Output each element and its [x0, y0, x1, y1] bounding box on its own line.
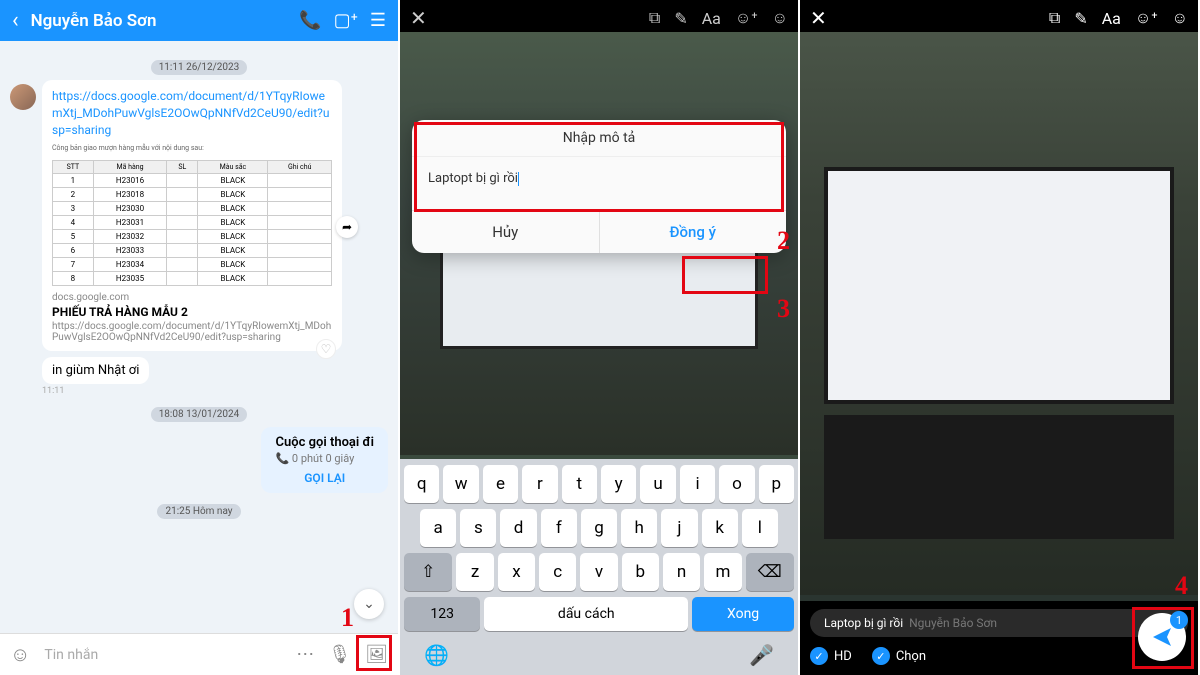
- kb-key[interactable]: b: [622, 553, 659, 591]
- highlight-box: [414, 122, 784, 212]
- preview-desc: https://docs.google.com/document/d/1YTqy…: [52, 321, 332, 343]
- hd-toggle[interactable]: ✓ HD: [810, 647, 852, 665]
- message-row: in giùm Nhật ơi 11:11: [10, 357, 388, 396]
- kb-key[interactable]: c: [539, 553, 576, 591]
- draw-icon[interactable]: ✎: [674, 9, 687, 28]
- preview-title: PHIẾU TRẢ HÀNG MẪU 2: [52, 305, 332, 319]
- kb-mic-icon[interactable]: 🎤: [749, 643, 774, 667]
- kb-123[interactable]: 123: [404, 597, 480, 631]
- call-back-button[interactable]: GỌI LẠI: [275, 467, 374, 485]
- kb-key[interactable]: r: [522, 465, 557, 503]
- chat-body[interactable]: 11:11 26/12/2023 https://docs.google.com…: [0, 41, 398, 633]
- video-icon[interactable]: ▢⁺: [334, 10, 358, 31]
- close-icon[interactable]: ✕: [410, 6, 427, 30]
- crop-icon[interactable]: ⧉: [649, 8, 660, 28]
- forward-icon[interactable]: ➦: [336, 216, 358, 238]
- kb-space[interactable]: dấu cách: [484, 597, 688, 631]
- back-icon[interactable]: ‹: [12, 8, 19, 33]
- kb-key[interactable]: l: [742, 509, 778, 547]
- kb-done[interactable]: Xong: [692, 597, 794, 631]
- scroll-down-button[interactable]: ⌄: [354, 589, 384, 619]
- kb-key[interactable]: d: [500, 509, 536, 547]
- emoji-icon[interactable]: ☺: [772, 8, 788, 28]
- kb-key[interactable]: m: [704, 553, 741, 591]
- message-input[interactable]: [44, 647, 282, 663]
- kb-key[interactable]: o: [719, 465, 754, 503]
- mic-icon[interactable]: 🎙: [328, 644, 351, 665]
- kb-key[interactable]: k: [702, 509, 738, 547]
- kb-key[interactable]: n: [663, 553, 700, 591]
- editor-toolbar: ✕ ⧉ ✎ Aa ☺⁺ ☺: [400, 0, 798, 36]
- step-label: 4: [1175, 571, 1188, 601]
- kb-key[interactable]: w: [443, 465, 478, 503]
- text-icon[interactable]: Aa: [702, 9, 721, 28]
- preview-domain: docs.google.com: [52, 292, 332, 303]
- react-icon[interactable]: ♡: [316, 339, 336, 359]
- kb-key[interactable]: f: [541, 509, 577, 547]
- kb-key[interactable]: e: [483, 465, 518, 503]
- message-bubble[interactable]: https://docs.google.com/document/d/1YTqy…: [42, 80, 342, 351]
- kb-delete[interactable]: ⌫: [746, 553, 794, 591]
- avatar[interactable]: [10, 84, 36, 110]
- editor-toolbar: ✕ ⧉ ✎ Aa ☺⁺ ☺: [800, 0, 1198, 36]
- timestamp-pill: 18:08 13/01/2024: [10, 402, 388, 421]
- kb-key[interactable]: t: [562, 465, 597, 503]
- kb-key[interactable]: j: [661, 509, 697, 547]
- highlight-box: [1132, 607, 1194, 669]
- chat-panel: ‹ Nguyễn Bảo Sơn 📞 ▢⁺ ☰ 11:11 26/12/2023…: [0, 0, 400, 675]
- draw-icon[interactable]: ✎: [1074, 9, 1087, 28]
- sticker-icon[interactable]: ☺⁺: [735, 8, 758, 28]
- kb-key[interactable]: v: [580, 553, 617, 591]
- kb-shift[interactable]: ⇧: [404, 553, 452, 591]
- kb-key[interactable]: z: [456, 553, 493, 591]
- call-icon[interactable]: 📞: [299, 10, 321, 31]
- menu-icon[interactable]: ☰: [370, 10, 386, 31]
- kb-key[interactable]: a: [420, 509, 456, 547]
- check-icon: ✓: [872, 647, 890, 665]
- kb-key[interactable]: q: [404, 465, 439, 503]
- kb-key[interactable]: p: [759, 465, 794, 503]
- kb-key[interactable]: s: [460, 509, 496, 547]
- timestamp-pill: 11:11 26/12/2023: [10, 55, 388, 74]
- emoji-icon[interactable]: ☺: [1172, 8, 1188, 28]
- close-icon[interactable]: ✕: [810, 6, 827, 30]
- kb-key[interactable]: u: [640, 465, 675, 503]
- highlight-box: [356, 635, 392, 671]
- call-card[interactable]: Cuộc gọi thoại đi 📞 0 phút 0 giây GỌI LẠ…: [261, 427, 388, 493]
- step-label: 3: [777, 294, 790, 324]
- chat-header: ‹ Nguyễn Bảo Sơn 📞 ▢⁺ ☰: [0, 0, 398, 41]
- chat-input-bar: ☺ ⋯ 🎙 🖼: [0, 633, 398, 675]
- kb-key[interactable]: y: [601, 465, 636, 503]
- sticker-icon[interactable]: ☺⁺: [1135, 8, 1158, 28]
- kb-key[interactable]: h: [621, 509, 657, 547]
- keyboard: q w e r t y u i o p a s d f g h j k l ⇧ …: [400, 459, 798, 675]
- cancel-button[interactable]: Hủy: [412, 211, 600, 253]
- globe-icon[interactable]: 🌐: [424, 643, 449, 667]
- preview-table: STTMã hàngSLMàu sắcGhi chú 1H23016BLACK …: [52, 160, 332, 286]
- photo-preview[interactable]: [800, 32, 1198, 595]
- step-label: 1: [341, 603, 354, 633]
- more-icon[interactable]: ⋯: [296, 644, 314, 665]
- text-icon[interactable]: Aa: [1102, 9, 1121, 28]
- ok-button[interactable]: Đồng ý: [600, 211, 787, 253]
- crop-icon[interactable]: ⧉: [1049, 8, 1060, 28]
- message-time: 11:11: [42, 386, 149, 396]
- step-label: 2: [777, 226, 790, 256]
- highlight-box: [682, 256, 768, 294]
- editor-panel-dialog: ✕ ⧉ ✎ Aa ☺⁺ ☺ Nhập mô tả Laptopt bị gì r…: [400, 0, 800, 675]
- check-icon: ✓: [810, 647, 828, 665]
- select-toggle[interactable]: ✓ Chọn: [872, 647, 926, 665]
- kb-key[interactable]: i: [680, 465, 715, 503]
- sticker-icon[interactable]: ☺: [10, 642, 30, 667]
- kb-key[interactable]: x: [498, 553, 535, 591]
- contact-name[interactable]: Nguyễn Bảo Sơn: [31, 11, 288, 31]
- message-bubble[interactable]: in giùm Nhật ơi: [42, 357, 149, 384]
- kb-key[interactable]: g: [581, 509, 617, 547]
- editor-panel-send: ✕ ⧉ ✎ Aa ☺⁺ ☺ Laptop bị gì rồi Nguyễn Bả…: [800, 0, 1200, 675]
- timestamp-pill: 21:25 Hôm nay: [10, 499, 388, 518]
- message-link[interactable]: https://docs.google.com/document/d/1YTqy…: [52, 88, 332, 138]
- message-row: https://docs.google.com/document/d/1YTqy…: [10, 80, 388, 351]
